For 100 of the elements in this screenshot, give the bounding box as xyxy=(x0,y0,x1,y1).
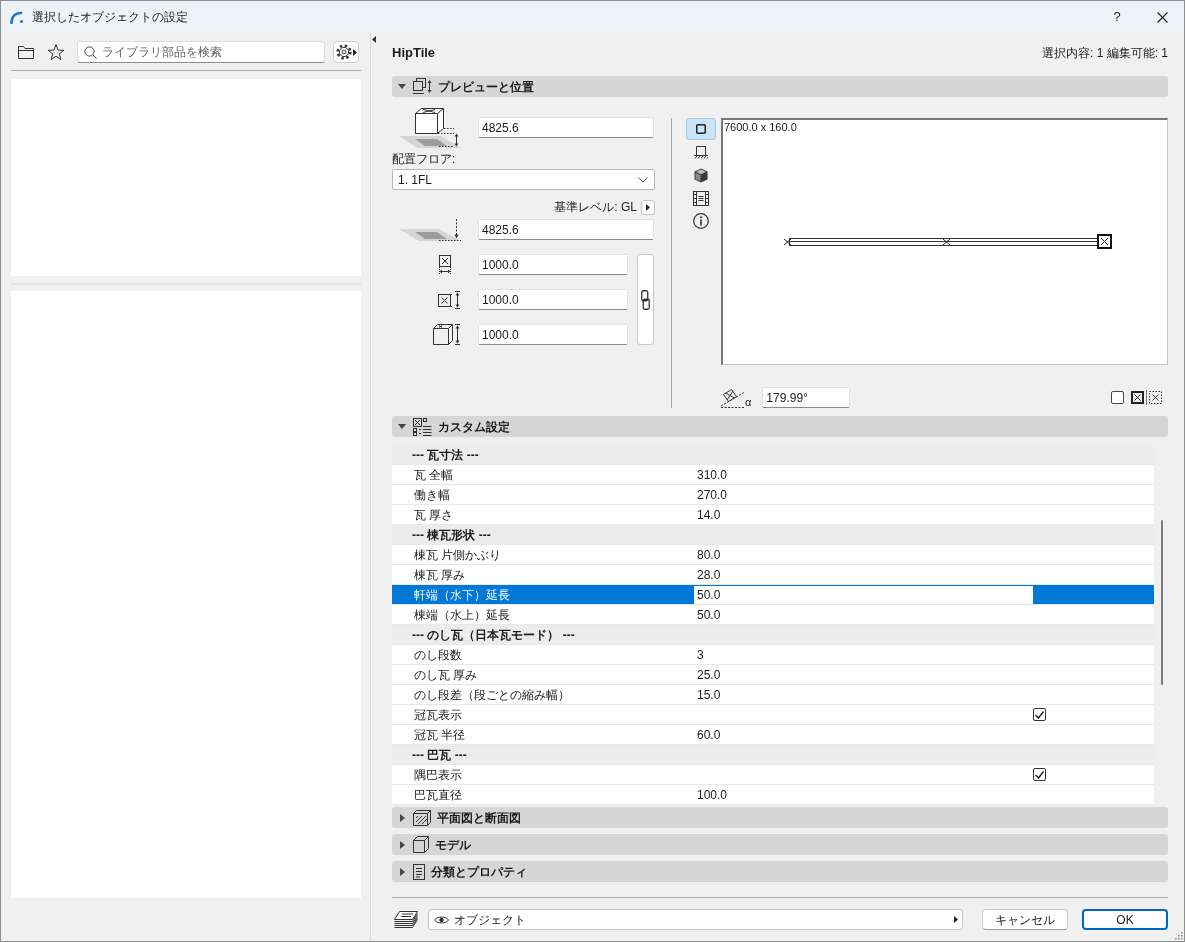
caret-icon xyxy=(954,916,958,923)
offset-field[interactable]: 4825.6 xyxy=(478,219,654,240)
parameter-name: 瓦 全幅 xyxy=(414,467,454,482)
square-icon xyxy=(696,124,706,134)
depth-dimension-icon xyxy=(438,290,461,309)
gear-icon xyxy=(335,44,352,60)
mirror-checkbox[interactable] xyxy=(1111,391,1124,404)
cube-icon xyxy=(694,167,708,183)
parameter-name: のし段差（段ごとの縮み幅） xyxy=(414,687,570,702)
dimension-field[interactable]: 1000.0 xyxy=(478,324,628,345)
ok-button[interactable]: OK xyxy=(1082,909,1168,930)
settings-button[interactable] xyxy=(333,41,359,63)
value-field[interactable]: 50.0 xyxy=(694,585,1033,604)
parameter-value: 3 xyxy=(697,646,704,664)
parameter-value: 28.0 xyxy=(697,566,721,584)
caret-icon xyxy=(352,48,357,56)
parameter-value: 80.0 xyxy=(697,546,721,564)
checkbox[interactable] xyxy=(1033,708,1046,721)
parameter-value: 15.0 xyxy=(697,686,721,704)
arc-logo-icon xyxy=(10,10,24,24)
section-header[interactable]: 平面図と断面図 xyxy=(392,807,1168,828)
layers-icon xyxy=(394,911,418,928)
chain-icon xyxy=(641,289,650,310)
stacked-frames-icon xyxy=(413,78,432,95)
hatched-box-icon xyxy=(413,809,431,826)
dimension-field[interactable]: 1000.0 xyxy=(478,289,628,310)
parameter-value: 60.0 xyxy=(697,726,721,744)
scrollbar-thumb[interactable] xyxy=(1161,520,1163,685)
checkbox[interactable] xyxy=(1033,768,1046,781)
parameter-name: 冠瓦 半径 xyxy=(414,727,466,742)
parameter-name: 軒端（水下）延長 xyxy=(414,587,510,602)
group-heading: --- 巴瓦 --- xyxy=(412,746,467,764)
eye-icon xyxy=(434,914,449,925)
selection-info: 選択内容: 1 編集可能: 1 xyxy=(1041,45,1168,62)
table-row[interactable]: --- 巴瓦 --- xyxy=(392,745,1154,765)
parameter-value: 14.0 xyxy=(697,506,721,524)
grid-list-icon xyxy=(413,417,432,436)
info-icon xyxy=(693,213,709,229)
table-row[interactable]: --- 棟瓦形状 --- xyxy=(392,525,1154,545)
chevron-icon xyxy=(638,176,648,183)
angle-icon xyxy=(721,387,745,408)
search-icon xyxy=(84,45,97,59)
angle-symbol: α xyxy=(745,396,752,408)
floor-label: 配置フロア: xyxy=(392,151,456,167)
parameter-value: 100.0 xyxy=(697,786,728,804)
dimension-field[interactable]: 1000.0 xyxy=(478,254,628,275)
section-header[interactable]: モデル xyxy=(392,834,1168,855)
box-on-ground-icon xyxy=(694,145,708,159)
star-icon xyxy=(47,43,65,61)
close-icon xyxy=(1156,11,1168,23)
document-icon xyxy=(413,863,425,880)
group-heading: --- のし瓦（日本瓦モード） --- xyxy=(412,626,575,644)
box-on-plane-icon xyxy=(399,107,461,148)
elevation-field[interactable]: 4825.6 xyxy=(478,117,654,138)
parameter-name: 棟端（水上）延長 xyxy=(414,607,510,622)
angle-field[interactable]: 179.99° xyxy=(762,387,851,408)
parameter-name: 棟瓦 片側かぶり xyxy=(414,547,502,562)
plane-offset-icon xyxy=(399,218,461,241)
collapse-arrow-icon[interactable] xyxy=(372,36,376,43)
parameter-name: 棟瓦 厚み xyxy=(414,567,466,582)
width-dimension-icon xyxy=(438,254,453,275)
film-strip-icon xyxy=(693,190,709,206)
parameter-name: 隅巴表示 xyxy=(414,767,462,782)
cube-outline-icon xyxy=(413,836,429,853)
layer-dropdown[interactable]: オブジェクト xyxy=(428,909,963,930)
parameter-name: のし瓦 厚み xyxy=(414,667,478,682)
section-header[interactable]: プレビューと位置 xyxy=(392,76,1168,97)
folder-icon xyxy=(18,45,34,59)
table-row[interactable]: 軒端（水下）延長 50.0 xyxy=(392,585,1154,605)
parameter-value: 310.0 xyxy=(697,466,728,484)
object-name: HipTile xyxy=(392,44,436,63)
parameter-name: 働き幅 xyxy=(414,487,450,502)
height-dimension-icon xyxy=(433,324,461,345)
resize-grip-icon[interactable] xyxy=(1175,932,1183,940)
parameter-value: 270.0 xyxy=(697,486,728,504)
table-row[interactable]: 隅巴表示 xyxy=(392,765,1154,785)
caret-icon xyxy=(646,203,650,211)
help-button[interactable]: ? xyxy=(1094,1,1140,33)
search-field[interactable]: ライブラリ部品を検索 xyxy=(77,41,325,63)
dashed-cross-icon xyxy=(1149,391,1162,404)
section-header[interactable]: カスタム設定 xyxy=(392,416,1168,437)
parameter-name: 巴瓦直径 xyxy=(414,787,462,802)
parameter-name: 瓦 厚さ xyxy=(414,507,454,522)
hotspot-marker xyxy=(942,238,951,246)
reference-level-label: 基準レベル: GL xyxy=(554,199,637,216)
preview-caption: 7600.0 x 160.0 xyxy=(724,121,797,134)
boxed-cross-icon xyxy=(1131,391,1144,404)
link-button[interactable] xyxy=(637,254,654,345)
parameter-value: 50.0 xyxy=(697,606,721,624)
cancel-button[interactable]: キャンセル xyxy=(982,909,1068,930)
group-heading: --- 瓦寸法 --- xyxy=(412,446,479,464)
table-row[interactable]: --- のし瓦（日本瓦モード） --- xyxy=(392,625,1154,645)
reference-level-button[interactable] xyxy=(641,199,655,215)
parameter-value: 25.0 xyxy=(697,666,721,684)
table-row[interactable]: --- 瓦寸法 --- xyxy=(392,445,1154,465)
view-button[interactable] xyxy=(686,118,716,140)
parameter-name: のし段数 xyxy=(414,647,462,662)
section-header[interactable]: 分類とプロパティ xyxy=(392,861,1168,882)
table-row[interactable]: 冠瓦表示 xyxy=(392,705,1154,725)
floor-dropdown[interactable]: 1. 1FL xyxy=(392,169,655,190)
